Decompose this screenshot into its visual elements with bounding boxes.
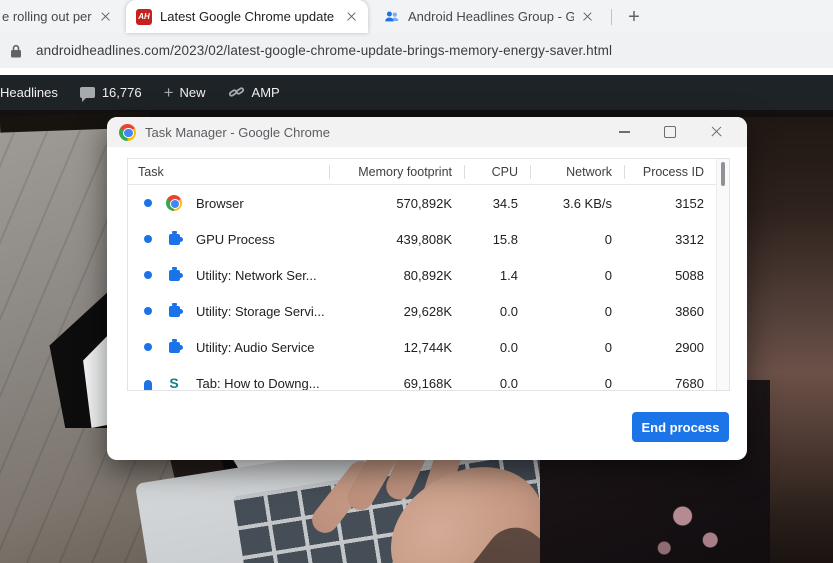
puzzle-icon — [166, 267, 183, 283]
minimize-button[interactable] — [609, 117, 639, 147]
column-memory[interactable]: Memory footprint — [329, 164, 464, 179]
task-manager-dialog: Task Manager - Google Chrome Task Memory… — [107, 117, 747, 460]
bullet-dot — [144, 199, 152, 207]
network-value: 0 — [604, 303, 612, 319]
network-value: 3.6 KB/s — [562, 195, 612, 211]
task-name: Utility: Audio Service — [196, 339, 315, 355]
admin-site-name[interactable]: Headlines — [0, 85, 58, 100]
table-header: Task Memory footprint CPU Network Proces… — [128, 159, 716, 185]
cpu-value: 1.4 — [499, 267, 518, 283]
comment-bubble-icon — [79, 87, 95, 102]
maximize-button[interactable] — [655, 117, 685, 147]
table-row[interactable]: GPU Process 439,808K 15.8 0 3312 — [128, 221, 716, 257]
cpu-value: 0.0 — [499, 339, 518, 355]
task-name: Browser — [196, 195, 244, 211]
cpu-value: 0.0 — [499, 375, 518, 391]
process-table: Task Memory footprint CPU Network Proces… — [127, 158, 730, 391]
task-name: GPU Process — [196, 231, 275, 247]
tab-title: Android Headlines Group - Goo — [408, 9, 574, 24]
network-value: 0 — [604, 375, 612, 391]
table-row[interactable]: Utility: Network Ser... 80,892K 1.4 0 50… — [128, 257, 716, 293]
scrollbar-thumb[interactable] — [721, 162, 725, 186]
dialog-title-bar[interactable]: Task Manager - Google Chrome — [107, 117, 747, 147]
network-value: 0 — [604, 231, 612, 247]
pid-value: 3860 — [675, 303, 704, 319]
tab-title: Latest Google Chrome update b — [160, 9, 338, 24]
table-scrollbar[interactable] — [716, 159, 729, 390]
puzzle-icon — [166, 231, 183, 247]
close-tab-icon[interactable] — [580, 9, 596, 25]
task-name: Utility: Network Ser... — [196, 267, 317, 283]
memory-value: 439,808K — [396, 231, 452, 247]
tab-android-headlines-group[interactable]: Android Headlines Group - Goo — [374, 0, 604, 33]
new-tab-button[interactable]: + — [620, 3, 648, 31]
pid-value: 3152 — [675, 195, 704, 211]
memory-value: 29,628K — [403, 303, 452, 319]
network-value: 0 — [604, 267, 612, 283]
table-row[interactable]: Browser 570,892K 34.5 3.6 KB/s 3152 — [128, 185, 716, 221]
admin-comments[interactable]: 16,776 — [79, 85, 142, 102]
tab-strip: e rolling out per t AH Latest Google Chr… — [0, 0, 833, 33]
table-row[interactable]: Utility: Storage Servi... 29,628K 0.0 0 … — [128, 293, 716, 329]
bullet-dot — [144, 343, 152, 351]
wp-admin-bar: Headlines 16,776 + New AMP — [0, 75, 833, 110]
bullet-dot — [144, 379, 152, 390]
tab-rolling-out[interactable]: e rolling out per t — [0, 0, 120, 33]
admin-new-button[interactable]: + New — [164, 83, 206, 103]
memory-value: 80,892K — [403, 267, 452, 283]
bullet-dot — [144, 271, 152, 279]
chrome-icon — [166, 195, 182, 211]
pid-value: 2900 — [675, 339, 704, 355]
admin-amp-button[interactable]: AMP — [228, 84, 280, 101]
pid-value: 3312 — [675, 231, 704, 247]
tab-separator — [611, 9, 612, 25]
cpu-value: 0.0 — [499, 303, 518, 319]
ah-favicon: AH — [136, 8, 152, 25]
close-tab-icon[interactable] — [344, 9, 360, 25]
bullet-dot — [144, 235, 152, 243]
page-top-gap — [0, 68, 833, 75]
cpu-value: 15.8 — [492, 231, 518, 247]
table-row[interactable]: Utility: Audio Service 12,744K 0.0 0 290… — [128, 329, 716, 365]
puzzle-icon — [166, 303, 183, 319]
group-people-icon — [384, 9, 400, 25]
plus-icon: + — [163, 82, 174, 102]
network-value: 0 — [604, 339, 612, 355]
address-bar[interactable]: androidheadlines.com/2023/02/latest-goog… — [0, 33, 833, 68]
dialog-title: Task Manager - Google Chrome — [145, 124, 330, 140]
tab-title: e rolling out per t — [2, 9, 92, 24]
task-name: Tab: How to Downg... — [196, 375, 320, 391]
s-site-icon: S — [169, 375, 179, 390]
memory-value: 69,168K — [403, 375, 452, 391]
memory-value: 12,744K — [403, 339, 452, 355]
task-name: Utility: Storage Servi... — [196, 303, 325, 319]
bullet-dot — [144, 307, 152, 315]
close-tab-icon[interactable] — [98, 9, 114, 25]
close-button[interactable] — [701, 117, 731, 147]
lock-icon[interactable] — [10, 44, 22, 58]
column-cpu[interactable]: CPU — [464, 164, 530, 179]
table-row[interactable]: S Tab: How to Downg... 69,168K 0.0 0 768… — [128, 365, 716, 390]
pid-value: 7680 — [675, 375, 704, 391]
link-chain-icon — [228, 84, 245, 101]
memory-value: 570,892K — [396, 195, 452, 211]
cpu-value: 34.5 — [492, 195, 518, 211]
end-process-button[interactable]: End process — [632, 412, 729, 442]
pid-value: 5088 — [675, 267, 704, 283]
chrome-logo-icon — [119, 123, 136, 141]
puzzle-icon — [166, 339, 183, 355]
url-text[interactable]: androidheadlines.com/2023/02/latest-goog… — [36, 43, 612, 58]
tab-latest-chrome-update-active[interactable]: AH Latest Google Chrome update b — [126, 0, 368, 33]
column-task[interactable]: Task — [128, 165, 329, 179]
column-process-id[interactable]: Process ID — [624, 164, 716, 179]
column-network[interactable]: Network — [530, 164, 624, 179]
